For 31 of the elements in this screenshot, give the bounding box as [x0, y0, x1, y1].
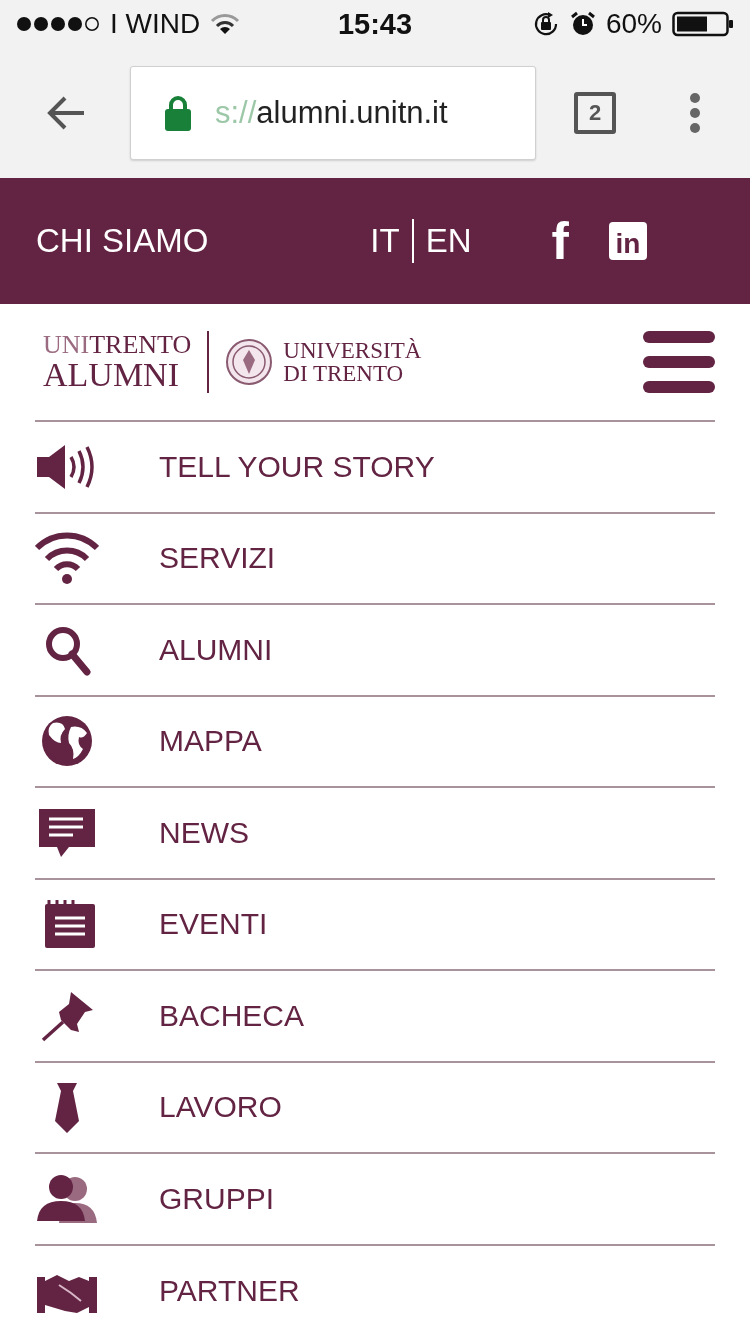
menu-item[interactable]: NEWS [35, 788, 715, 880]
about-link[interactable]: CHI SIAMO [36, 222, 209, 260]
menu-item[interactable]: GRUPPI [35, 1154, 715, 1246]
menu-item[interactable]: TELL YOUR STORY [35, 422, 715, 514]
signal-icon [16, 16, 100, 32]
menu-item[interactable]: PARTNER [35, 1245, 715, 1334]
more-options-icon[interactable] [688, 92, 702, 134]
lock-icon [163, 94, 193, 132]
menu-item[interactable]: LAVORO [35, 1062, 715, 1154]
language-link[interactable]: IT [370, 222, 412, 260]
menu-item[interactable]: BACHECA [35, 971, 715, 1063]
facebook-link[interactable]: f [551, 215, 569, 267]
battery-percent: 60% [605, 8, 662, 40]
address-bar[interactable]: s://alumni.unitn.it [130, 66, 536, 160]
tab-count-button[interactable]: 2 [574, 92, 616, 134]
back-arrow-icon[interactable] [46, 95, 86, 131]
menu-item[interactable]: SERVIZI [35, 513, 715, 605]
wifi-icon [35, 532, 99, 585]
wifi-signal-icon [210, 13, 241, 35]
menu-item[interactable]: MAPPA [35, 696, 715, 788]
menu-item[interactable]: ALUMNI [35, 605, 715, 697]
language-link[interactable]: EN [413, 222, 484, 260]
alumni-logo[interactable]: UNITRENTO ALUMNI UNIVERSITÀ DI TRENTO [43, 331, 422, 393]
battery-icon [672, 11, 734, 37]
linkedin-link[interactable]: in [608, 222, 647, 260]
menu-icon[interactable] [643, 331, 715, 393]
menu-item[interactable]: EVENTI [35, 879, 715, 971]
alarm-icon [569, 11, 596, 37]
carrier-name: I WIND [110, 8, 201, 40]
people-icon [35, 1172, 99, 1225]
clock-time: 15:43 [337, 7, 413, 41]
